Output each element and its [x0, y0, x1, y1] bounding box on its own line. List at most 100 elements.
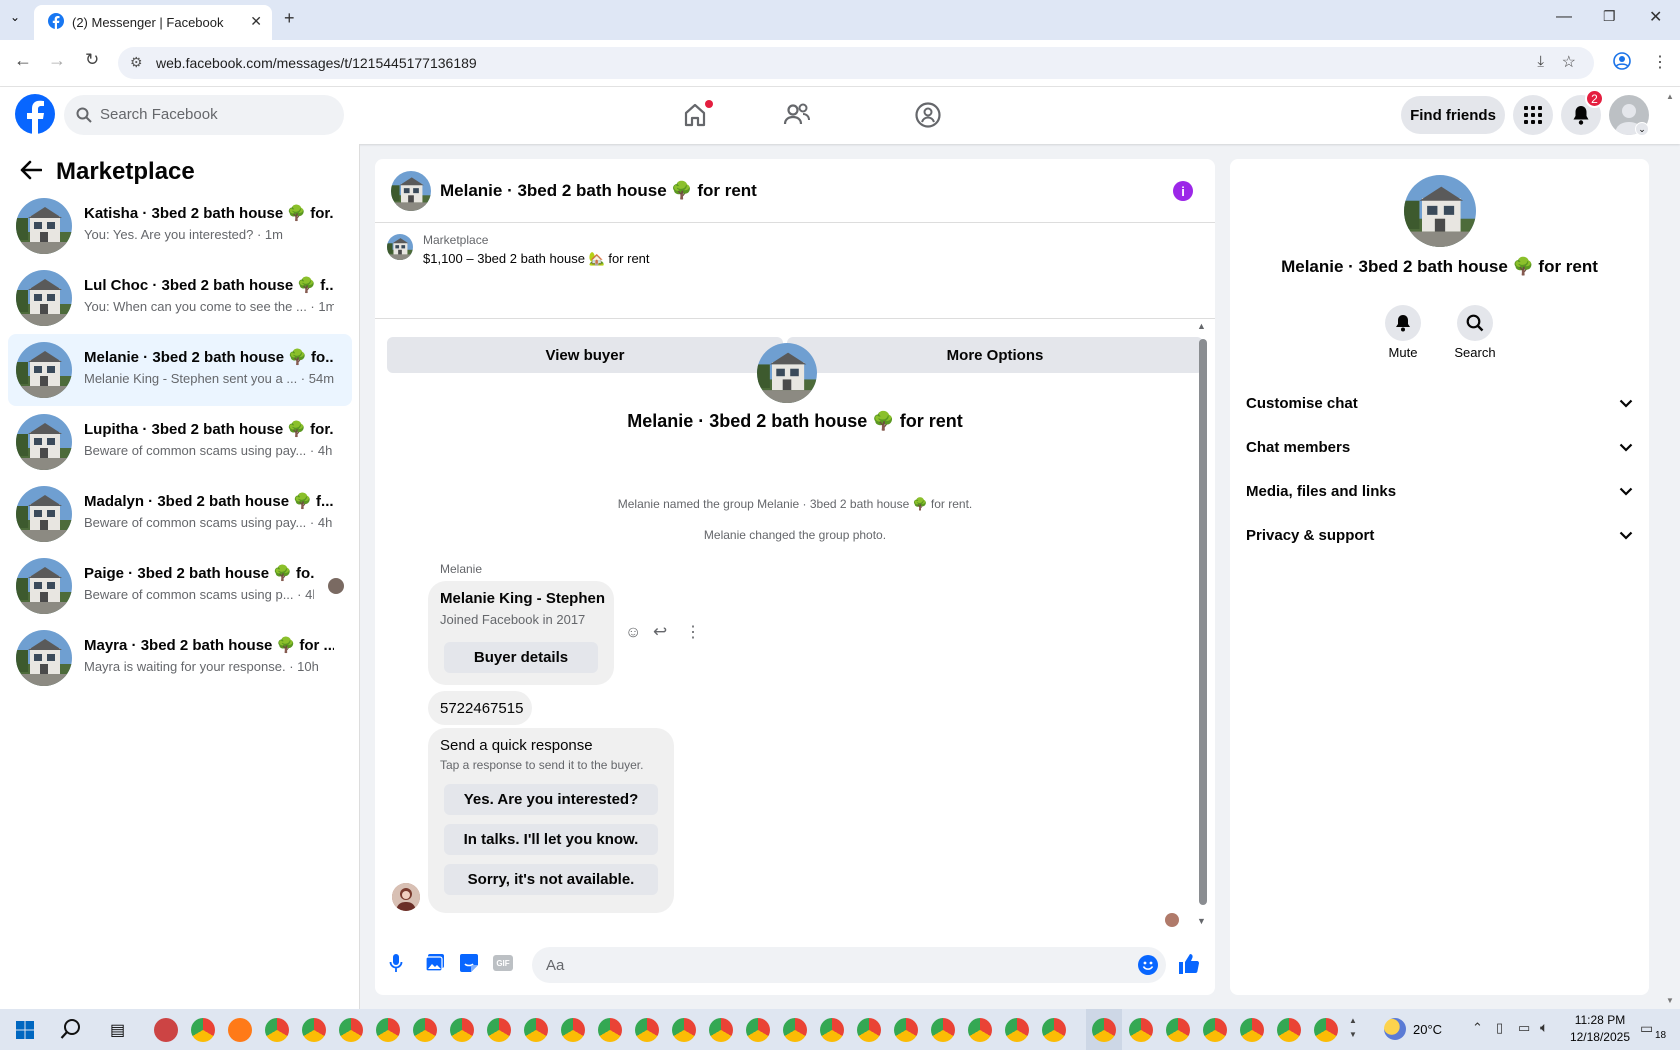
- chrome-profile-icon[interactable]: [1240, 1018, 1264, 1042]
- page-scroll-down-icon[interactable]: ▼: [1666, 996, 1674, 1005]
- window-close-icon[interactable]: ✕: [1649, 7, 1662, 27]
- scroll-up-icon[interactable]: ▲: [1197, 321, 1206, 331]
- chrome-profile-icon[interactable]: [450, 1018, 474, 1042]
- mute-bell-icon[interactable]: [1385, 305, 1421, 341]
- conversation-item[interactable]: Madalyn · 3bed 2 bath house 🌳 f... Bewar…: [8, 478, 352, 550]
- buyer-details-button[interactable]: Buyer details: [444, 642, 598, 673]
- chrome-profile-icon[interactable]: [561, 1018, 585, 1042]
- chat-title[interactable]: Melanie · 3bed 2 bath house 🌳 for rent: [440, 181, 757, 201]
- conversation-item-active[interactable]: Melanie · 3bed 2 bath house 🌳 fo... Mela…: [8, 334, 352, 406]
- weather-icon[interactable]: [1384, 1018, 1406, 1040]
- firefox-icon[interactable]: [228, 1018, 252, 1042]
- chrome-profile-icon[interactable]: [598, 1018, 622, 1042]
- customise-chat-section[interactable]: Customise chat: [1246, 381, 1633, 425]
- profile-icon[interactable]: [1613, 52, 1631, 70]
- install-icon[interactable]: ⤓: [1537, 53, 1544, 70]
- page-scroll-up-icon[interactable]: ▲: [1666, 92, 1674, 101]
- chrome-profile-icon[interactable]: [635, 1018, 659, 1042]
- back-arrow-icon[interactable]: [20, 160, 42, 180]
- conversation-item[interactable]: Lul Choc · 3bed 2 bath house 🌳 f... You:…: [8, 262, 352, 334]
- like-thumbs-up-icon[interactable]: [1178, 953, 1200, 975]
- sticker-icon[interactable]: [459, 953, 479, 973]
- tab-list-icon[interactable]: ⌄: [10, 10, 20, 24]
- find-friends-button[interactable]: Find friends: [1401, 96, 1505, 134]
- minimize-icon[interactable]: —: [1556, 8, 1572, 26]
- chrome-active-icon[interactable]: [1092, 1018, 1116, 1042]
- home-nav-icon[interactable]: [671, 98, 719, 132]
- reload-icon[interactable]: ↻: [85, 50, 99, 70]
- system-clock[interactable]: 11:28 PM 12/18/2025: [1570, 1012, 1630, 1046]
- conversation-item[interactable]: Lupitha · 3bed 2 bath house 🌳 for... Bew…: [8, 406, 352, 478]
- chrome-icon[interactable]: [191, 1018, 215, 1042]
- groups-nav-icon[interactable]: [904, 98, 952, 132]
- chrome-profile-icon[interactable]: [1277, 1018, 1301, 1042]
- friends-nav-icon[interactable]: [773, 98, 821, 132]
- menu-grid-icon[interactable]: [1513, 95, 1553, 135]
- chrome-profile-icon[interactable]: [339, 1018, 363, 1042]
- chrome-profile-icon[interactable]: [709, 1018, 733, 1042]
- chrome-profile-icon[interactable]: [746, 1018, 770, 1042]
- chrome-profile-icon[interactable]: [968, 1018, 992, 1042]
- microphone-icon[interactable]: [389, 953, 403, 973]
- chrome-profile-icon[interactable]: [302, 1018, 326, 1042]
- info-icon[interactable]: i: [1173, 181, 1193, 201]
- chrome-profile-icon[interactable]: [376, 1018, 400, 1042]
- chrome-profile-icon[interactable]: [857, 1018, 881, 1042]
- browser-tab[interactable]: (2) Messenger | Facebook ✕: [34, 5, 272, 40]
- scroll-down-icon[interactable]: ▼: [1197, 916, 1206, 926]
- conversation-item[interactable]: Paige · 3bed 2 bath house 🌳 fo... Beware…: [8, 550, 352, 622]
- site-info-icon[interactable]: ⚙: [130, 54, 143, 71]
- more-actions-icon[interactable]: ⋮: [685, 622, 701, 642]
- browser-menu-icon[interactable]: ⋮: [1652, 52, 1668, 72]
- react-emoji-icon[interactable]: ☺: [625, 624, 641, 642]
- media-files-links-section[interactable]: Media, files and links: [1246, 469, 1633, 513]
- forward-icon[interactable]: →: [48, 50, 66, 71]
- back-icon[interactable]: ←: [14, 50, 32, 71]
- chrome-profile-icon[interactable]: [820, 1018, 844, 1042]
- chrome-profile-icon[interactable]: [894, 1018, 918, 1042]
- chrome-profile-icon[interactable]: [931, 1018, 955, 1042]
- scrollbar[interactable]: [1199, 339, 1207, 905]
- chrome-profile-icon[interactable]: [1203, 1018, 1227, 1042]
- listing-title[interactable]: $1,100 – 3bed 2 bath house 🏡 for rent: [423, 251, 650, 267]
- address-bar[interactable]: ⚙ web.facebook.com/messages/t/1215445177…: [118, 47, 1594, 79]
- quick-reply-button[interactable]: Yes. Are you interested?: [444, 784, 658, 815]
- search-chat-icon[interactable]: [1457, 305, 1493, 341]
- chrome-profile-icon[interactable]: [1166, 1018, 1190, 1042]
- restore-icon[interactable]: ❐: [1603, 8, 1616, 25]
- bookmark-star-icon[interactable]: ☆: [1562, 52, 1576, 72]
- taskbar-search-icon[interactable]: [60, 1018, 82, 1040]
- quick-reply-button[interactable]: In talks. I'll let you know.: [444, 824, 658, 855]
- chrome-profile-icon[interactable]: [1042, 1018, 1066, 1042]
- close-tab-icon[interactable]: ✕: [250, 13, 262, 30]
- chrome-profile-icon[interactable]: [265, 1018, 289, 1042]
- network-icon[interactable]: ▭: [1518, 1020, 1530, 1036]
- windows-start-icon[interactable]: [16, 1021, 34, 1039]
- conversation-item[interactable]: Mayra · 3bed 2 bath house 🌳 for ... Mayr…: [8, 622, 352, 694]
- message-input[interactable]: Aa: [532, 947, 1166, 983]
- chat-avatar[interactable]: [391, 171, 431, 211]
- reply-icon[interactable]: ↩: [653, 622, 667, 642]
- conversation-item[interactable]: Katisha · 3bed 2 bath house 🌳 for... You…: [8, 190, 352, 262]
- app-icon[interactable]: [154, 1018, 178, 1042]
- volume-icon[interactable]: 🔈︎: [1540, 1019, 1548, 1036]
- facebook-search-input[interactable]: Search Facebook: [64, 95, 344, 135]
- task-view-icon[interactable]: ▤: [110, 1020, 125, 1040]
- sender-avatar[interactable]: [392, 883, 420, 911]
- account-chevron-icon[interactable]: ⌄: [1635, 122, 1649, 136]
- tray-device-icon[interactable]: ▯: [1496, 1020, 1503, 1036]
- gif-icon[interactable]: GIF: [493, 955, 513, 971]
- chrome-profile-icon[interactable]: [1314, 1018, 1338, 1042]
- photo-icon[interactable]: [425, 953, 445, 973]
- chrome-profile-icon[interactable]: [1129, 1018, 1153, 1042]
- privacy-support-section[interactable]: Privacy & support: [1246, 513, 1633, 557]
- chrome-profile-icon[interactable]: [524, 1018, 548, 1042]
- chrome-profile-icon[interactable]: [487, 1018, 511, 1042]
- notification-center-icon[interactable]: ▭: [1640, 1020, 1653, 1037]
- quick-reply-button[interactable]: Sorry, it's not available.: [444, 864, 658, 895]
- taskbar-overflow-icon[interactable]: ▲ ▼: [1349, 1014, 1357, 1042]
- tray-chevron-icon[interactable]: ⌃: [1472, 1020, 1483, 1036]
- facebook-logo-icon[interactable]: [15, 94, 55, 134]
- chrome-profile-icon[interactable]: [672, 1018, 696, 1042]
- emoji-icon[interactable]: [1138, 955, 1158, 975]
